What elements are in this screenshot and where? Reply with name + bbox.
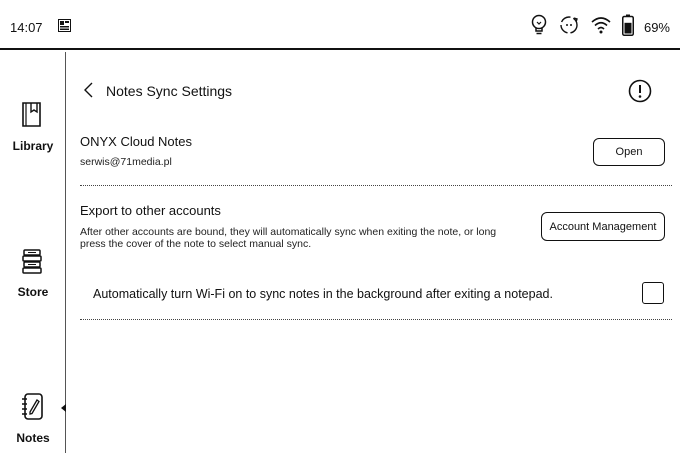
onyx-cloud-title: ONYX Cloud Notes <box>80 134 192 149</box>
wifi-icon[interactable] <box>590 15 612 40</box>
open-button[interactable]: Open <box>593 138 665 166</box>
sidebar-item-store[interactable]: Store <box>0 248 66 299</box>
page-title: Notes Sync Settings <box>106 83 233 99</box>
sync-icon[interactable] <box>558 14 580 41</box>
onyx-account-email: serwis@71media.pl <box>80 156 172 168</box>
info-button[interactable] <box>628 79 652 103</box>
wifi-sync-checkbox[interactable] <box>642 282 664 304</box>
chevron-left-icon <box>84 82 93 98</box>
export-title: Export to other accounts <box>80 203 221 218</box>
library-icon <box>0 100 66 135</box>
status-time: 14:07 <box>10 20 43 35</box>
header: Notes Sync Settings <box>66 52 680 132</box>
sidebar-item-notes[interactable]: Notes <box>0 392 66 445</box>
divider <box>80 185 672 186</box>
sidebar-item-label: Notes <box>16 431 50 445</box>
sidebar-item-label: Library <box>12 139 54 153</box>
wifi-sync-label: Automatically turn Wi-Fi on to sync note… <box>93 287 553 301</box>
sidebar-item-label: Store <box>17 285 49 299</box>
store-icon <box>0 248 66 281</box>
divider <box>80 319 672 320</box>
app-notification-icon <box>58 19 71 32</box>
account-management-button[interactable]: Account Management <box>541 212 665 241</box>
battery-icon <box>621 14 634 41</box>
back-button[interactable] <box>80 78 98 102</box>
status-bar: 14:07 69% <box>0 0 680 50</box>
info-icon <box>628 79 652 103</box>
sidebar-item-library[interactable]: Library <box>0 100 66 153</box>
export-description-line2: press the cover of the note to select ma… <box>80 238 312 250</box>
lightbulb-icon[interactable] <box>530 14 548 41</box>
notes-icon <box>0 392 66 427</box>
main-content: Notes Sync Settings ONYX Cloud Notes ser… <box>66 52 680 453</box>
sidebar: Library Store Notes <box>0 52 66 453</box>
export-description-line1: After other accounts are bound, they wil… <box>80 226 497 238</box>
battery-percent: 69% <box>643 20 670 35</box>
